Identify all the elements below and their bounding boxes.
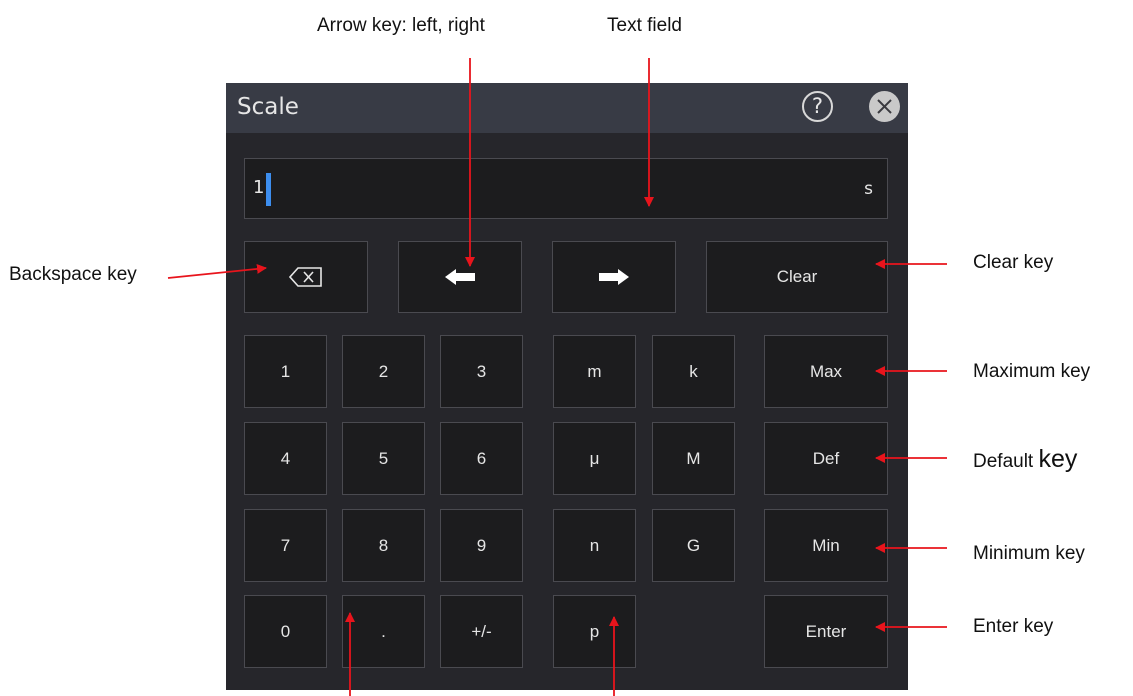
annotation-backspace-key: Backspace key [9,264,137,285]
annotation-default-key-text: Default [973,451,1039,472]
key-4[interactable]: 4 [244,422,327,495]
key-unit-giga[interactable]: G [652,509,735,582]
arrow-right-button[interactable] [552,241,676,313]
annotation-text-field: Text field [607,15,682,36]
key-2[interactable]: 2 [342,335,425,408]
dialog-title: Scale [237,94,299,120]
arrow-left-icon [445,269,475,285]
enter-button[interactable]: Enter [764,595,888,668]
clear-button[interactable]: Clear [706,241,888,313]
max-button[interactable]: Max [764,335,888,408]
backspace-button[interactable] [244,241,368,313]
backspace-icon [289,267,322,287]
key-0[interactable]: 0 [244,595,327,668]
key-3[interactable]: 3 [440,335,523,408]
scale-dialog: Scale ? 1 s Clear 1 2 3 4 5 6 7 8 9 0 . … [226,83,908,690]
key-unit-n[interactable]: n [553,509,636,582]
field-value: 1 [253,177,265,198]
close-icon[interactable] [869,91,900,122]
key-9[interactable]: 9 [440,509,523,582]
key-1[interactable]: 1 [244,335,327,408]
key-7[interactable]: 7 [244,509,327,582]
key-unit-p[interactable]: p [553,595,636,668]
text-caret [266,173,271,206]
min-button[interactable]: Min [764,509,888,582]
key-unit-micro[interactable]: μ [553,422,636,495]
annotation-maximum-key: Maximum key [973,361,1091,382]
annotation-arrow-key: Arrow key: left, right [317,15,485,36]
annotation-default-key: Default key [973,445,1077,474]
key-unit-k[interactable]: k [652,335,735,408]
key-plus-minus[interactable]: +/- [440,595,523,668]
default-button[interactable]: Def [764,422,888,495]
annotation-clear-key: Clear key [973,252,1054,273]
key-unit-mega[interactable]: M [652,422,735,495]
annotation-minimum-key: Minimum key [973,543,1085,564]
key-6[interactable]: 6 [440,422,523,495]
value-text-field[interactable]: 1 s [244,158,888,219]
key-decimal-point[interactable]: . [342,595,425,668]
help-icon[interactable]: ? [802,91,833,122]
key-5[interactable]: 5 [342,422,425,495]
field-unit: s [864,179,873,199]
key-8[interactable]: 8 [342,509,425,582]
arrow-right-icon [599,269,629,285]
annotation-enter-key: Enter key [973,616,1054,637]
annotation-default-key-word: key [1038,445,1078,473]
dialog-titlebar: Scale ? [226,83,908,133]
key-unit-m[interactable]: m [553,335,636,408]
arrow-left-button[interactable] [398,241,522,313]
